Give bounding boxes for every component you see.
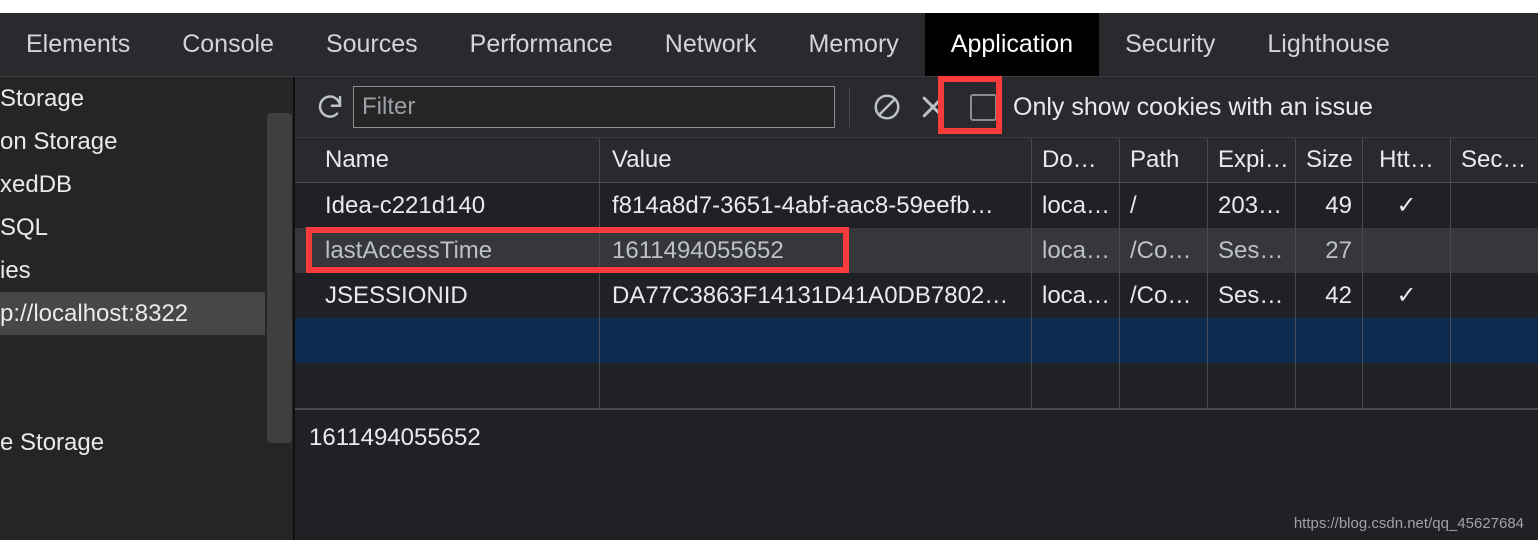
cell-value: 1611494055652 bbox=[600, 228, 1032, 273]
cookies-panel: Only show cookies with an issue Name Val… bbox=[295, 77, 1538, 540]
sidebar-item-cookies[interactable]: ies bbox=[0, 249, 265, 292]
sidebar-item-label: e Storage bbox=[0, 428, 105, 456]
cookies-table: Name Value Do… Path Expi… Size Htt… Sec…… bbox=[295, 138, 1538, 410]
table-row[interactable] bbox=[295, 363, 1538, 408]
filter-input[interactable] bbox=[353, 86, 835, 128]
cell-expires: Ses… bbox=[1208, 273, 1296, 318]
close-x-icon[interactable] bbox=[910, 84, 956, 130]
cell-expires bbox=[1208, 363, 1296, 408]
sidebar-item-cache-storage[interactable]: e Storage bbox=[0, 421, 265, 464]
cell-httponly: ✓ bbox=[1363, 183, 1451, 228]
table-header-row: Name Value Do… Path Expi… Size Htt… Sec… bbox=[295, 138, 1538, 183]
only-show-issues-checkbox[interactable] bbox=[970, 93, 997, 121]
cell-value bbox=[600, 318, 1032, 363]
cell-path: /Co… bbox=[1120, 273, 1208, 318]
cookie-value-preview: 1611494055652 bbox=[295, 410, 1538, 452]
cell-secure bbox=[1451, 318, 1531, 363]
sidebar-item-label: xedDB bbox=[0, 170, 73, 198]
cell-name: lastAccessTime bbox=[295, 228, 600, 273]
cell-domain: loca… bbox=[1032, 273, 1120, 318]
tab-application[interactable]: Application bbox=[924, 13, 1100, 76]
cell-value: f814a8d7-3651-4abf-aac8-59eefb… bbox=[600, 183, 1032, 228]
cell-size: 49 bbox=[1296, 183, 1363, 228]
sidebar-item-label: p://localhost:8322 bbox=[0, 299, 189, 327]
sidebar-scroll-content: Storage on Storage xedDB SQL ies p://loc… bbox=[0, 77, 265, 464]
cell-value: DA77C3863F14131D41A0DB7802… bbox=[600, 273, 1032, 318]
devtools-window: Elements Console Sources Performance Net… bbox=[0, 0, 1538, 540]
cookies-toolbar: Only show cookies with an issue bbox=[295, 77, 1538, 138]
tab-performance[interactable]: Performance bbox=[444, 13, 639, 76]
tab-memory[interactable]: Memory bbox=[782, 13, 924, 76]
cell-path bbox=[1120, 363, 1208, 408]
devtools-tab-bar: Elements Console Sources Performance Net… bbox=[0, 13, 1538, 77]
cell-value bbox=[600, 363, 1032, 408]
table-row[interactable]: JSESSIONID DA77C3863F14131D41A0DB7802… l… bbox=[295, 273, 1538, 318]
refresh-icon[interactable] bbox=[307, 84, 353, 130]
tab-network[interactable]: Network bbox=[639, 13, 783, 76]
cell-name bbox=[295, 318, 600, 363]
column-header-name[interactable]: Name bbox=[295, 138, 600, 182]
column-header-secure[interactable]: Sec… bbox=[1451, 138, 1531, 182]
column-header-size[interactable]: Size bbox=[1296, 138, 1363, 182]
cell-secure bbox=[1451, 273, 1531, 318]
cell-size bbox=[1296, 363, 1363, 408]
watermark-text: https://blog.csdn.net/qq_45627684 bbox=[1293, 515, 1524, 532]
cell-domain bbox=[1032, 318, 1120, 363]
cell-secure bbox=[1451, 363, 1531, 408]
application-sidebar: Storage on Storage xedDB SQL ies p://loc… bbox=[0, 77, 265, 540]
sidebar-item-websql[interactable]: SQL bbox=[0, 206, 265, 249]
sidebar-item-storage[interactable]: Storage bbox=[0, 77, 265, 120]
column-header-value[interactable]: Value bbox=[600, 138, 1032, 182]
cell-httponly bbox=[1363, 228, 1451, 273]
cell-expires: Ses… bbox=[1208, 228, 1296, 273]
sidebar-item-session-storage[interactable]: on Storage bbox=[0, 120, 265, 163]
tab-elements[interactable]: Elements bbox=[0, 13, 156, 76]
sidebar-scrollbar-thumb[interactable] bbox=[267, 113, 292, 443]
tab-security[interactable]: Security bbox=[1099, 13, 1241, 76]
top-white-strip bbox=[0, 0, 1538, 13]
cell-httponly bbox=[1363, 363, 1451, 408]
cell-size: 42 bbox=[1296, 273, 1363, 318]
sidebar-item-label: SQL bbox=[0, 213, 49, 241]
cell-path bbox=[1120, 318, 1208, 363]
column-header-path[interactable]: Path bbox=[1120, 138, 1208, 182]
cell-secure bbox=[1451, 228, 1531, 273]
tab-lighthouse[interactable]: Lighthouse bbox=[1241, 13, 1415, 76]
table-row[interactable]: Idea-c221d140 f814a8d7-3651-4abf-aac8-59… bbox=[295, 183, 1538, 228]
cell-httponly: ✓ bbox=[1363, 273, 1451, 318]
cell-expires: 203… bbox=[1208, 183, 1296, 228]
cell-name bbox=[295, 363, 600, 408]
cell-size bbox=[1296, 318, 1363, 363]
cell-domain: loca… bbox=[1032, 228, 1120, 273]
block-icon[interactable] bbox=[864, 84, 910, 130]
sidebar-item-label: Storage bbox=[0, 84, 85, 112]
column-header-domain[interactable]: Do… bbox=[1032, 138, 1120, 182]
tab-console[interactable]: Console bbox=[156, 13, 300, 76]
cell-expires bbox=[1208, 318, 1296, 363]
toolbar-separator bbox=[849, 87, 850, 127]
only-show-issues-label: Only show cookies with an issue bbox=[1013, 92, 1373, 121]
cell-secure bbox=[1451, 183, 1531, 228]
column-header-expires[interactable]: Expi… bbox=[1208, 138, 1296, 182]
cell-name: Idea-c221d140 bbox=[295, 183, 600, 228]
table-row[interactable] bbox=[295, 318, 1538, 363]
cell-domain: loca… bbox=[1032, 183, 1120, 228]
sidebar-item-label: on Storage bbox=[0, 127, 118, 155]
sidebar-item-localhost-8322[interactable]: p://localhost:8322 bbox=[0, 292, 265, 335]
sidebar-item-label: ies bbox=[0, 256, 31, 284]
tab-sources[interactable]: Sources bbox=[300, 13, 444, 76]
sidebar-item-indexeddb[interactable]: xedDB bbox=[0, 163, 265, 206]
table-row[interactable]: lastAccessTime 1611494055652 loca… /Co… … bbox=[295, 228, 1538, 273]
column-header-httponly[interactable]: Htt… bbox=[1363, 138, 1451, 182]
cell-path: /Co… bbox=[1120, 228, 1208, 273]
cell-domain bbox=[1032, 363, 1120, 408]
cell-size: 27 bbox=[1296, 228, 1363, 273]
cell-name: JSESSIONID bbox=[295, 273, 600, 318]
cell-path: / bbox=[1120, 183, 1208, 228]
cell-httponly bbox=[1363, 318, 1451, 363]
